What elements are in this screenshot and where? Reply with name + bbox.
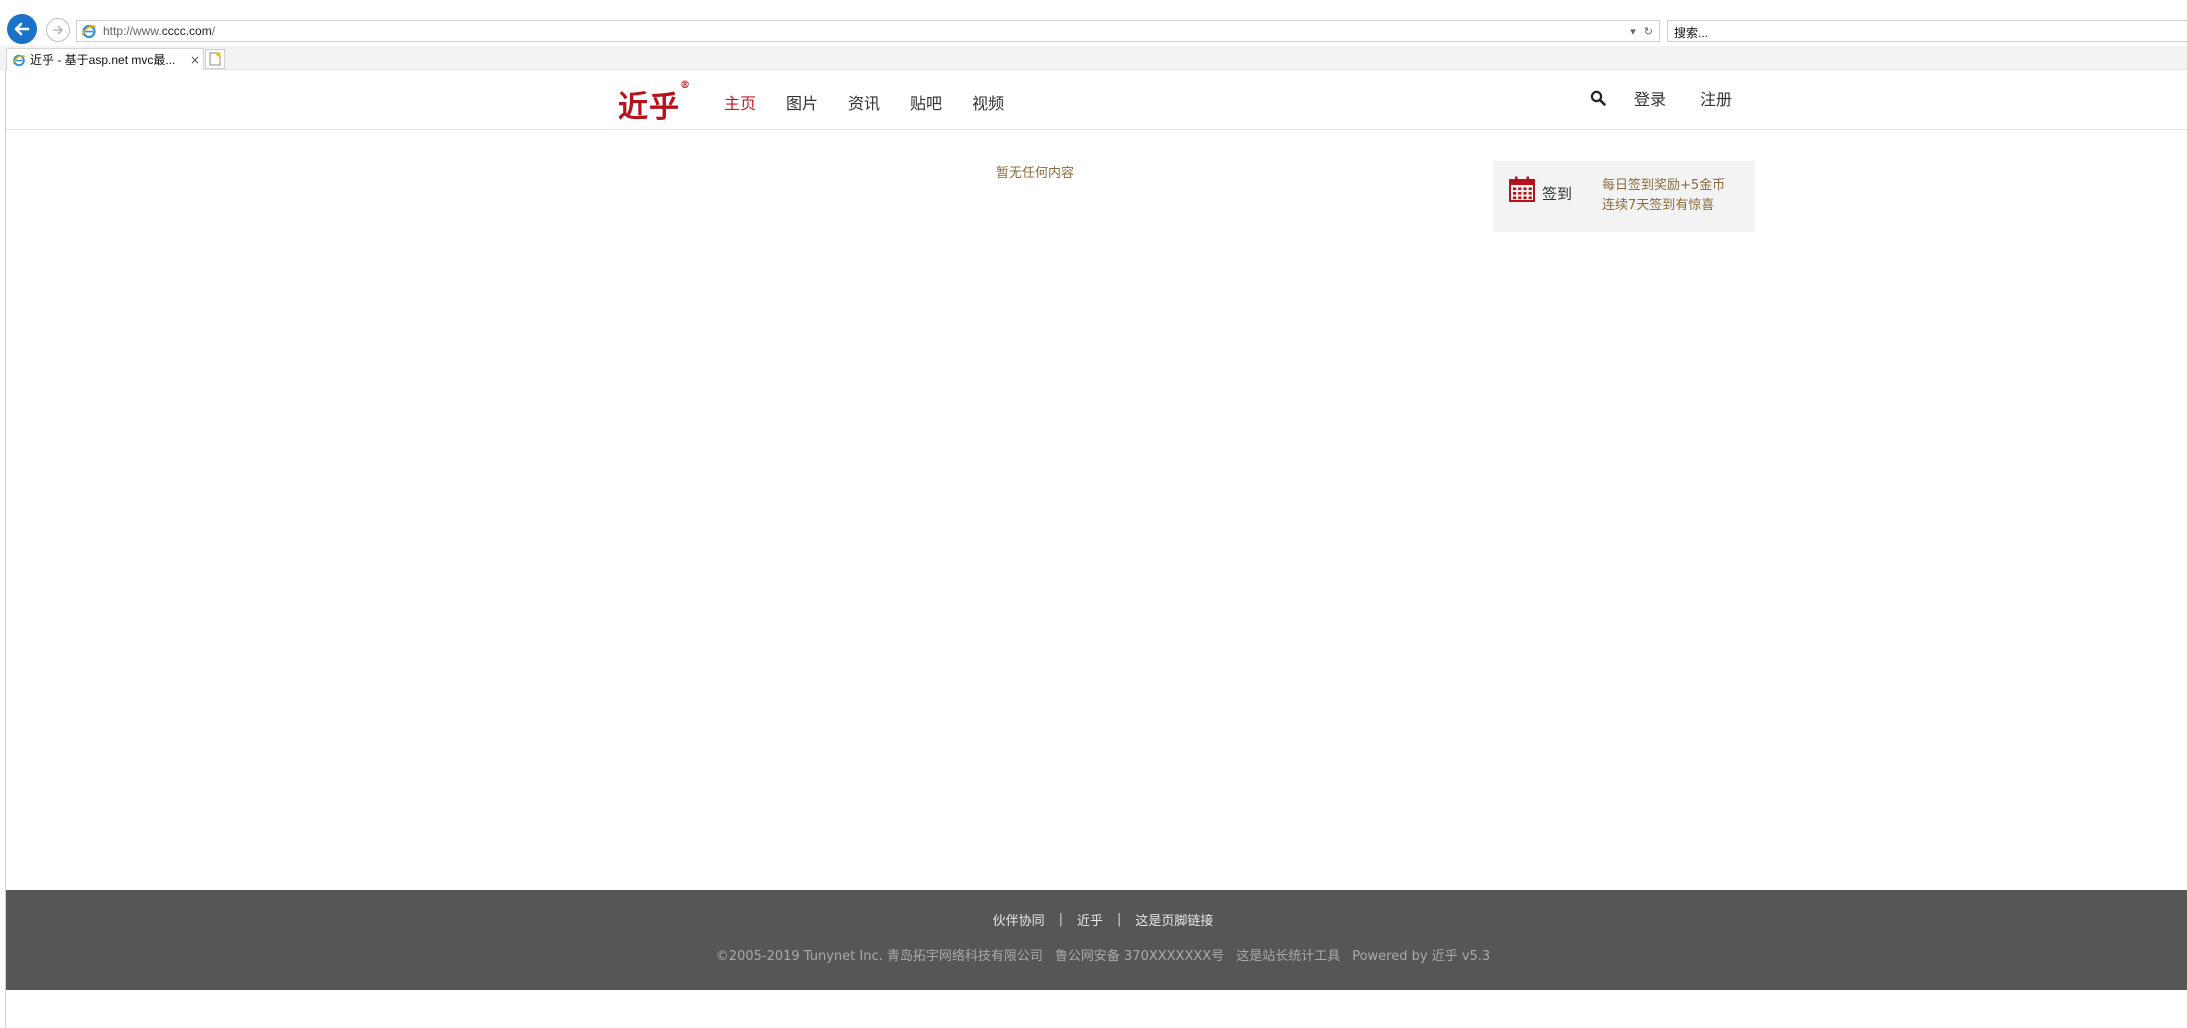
forward-button[interactable] (46, 18, 70, 42)
url-text[interactable]: http://www.cccc.com/ (103, 24, 1630, 38)
page: 近乎® 主页 图片 资讯 贴吧 视频 登录 注册 暂无任何内容 签到 每日签到奖… (5, 70, 2187, 1028)
empty-content-message: 暂无任何内容 (996, 166, 1075, 181)
nav-item-images[interactable]: 图片 (786, 90, 818, 114)
browser-toolbar: http://www.cccc.com/ ▾ ↻ 搜索... (0, 0, 2187, 46)
footer-link-custom[interactable]: 这是页脚链接 (1135, 910, 1213, 929)
sign-in-panel: 签到 每日签到奖励+5金币 连续7天签到有惊喜 (1493, 161, 1755, 232)
address-bar[interactable]: http://www.cccc.com/ ▾ ↻ (76, 20, 1660, 42)
footer-separator: | (1117, 912, 1122, 927)
sign-in-button[interactable]: 签到 (1542, 183, 1572, 204)
chevron-down-icon[interactable]: ▾ (1630, 25, 1636, 38)
arrow-right-icon (53, 25, 64, 35)
nav-item-home[interactable]: 主页 (724, 90, 756, 114)
main-nav: 主页 图片 资讯 贴吧 视频 (724, 90, 1004, 114)
login-link[interactable]: 登录 (1634, 86, 1666, 110)
sign-in-reward-text: 每日签到奖励+5金币 (1602, 178, 1726, 193)
site-header: 近乎® 主页 图片 资讯 贴吧 视频 登录 注册 (6, 70, 2187, 130)
footer-links: 伙伴协同 | 近乎 | 这是页脚链接 (6, 910, 2187, 929)
sign-in-description: 每日签到奖励+5金币 连续7天签到有惊喜 (1602, 176, 1725, 216)
powered-by-text[interactable]: Powered by 近乎 v5.3 (1352, 949, 1490, 964)
footer-link-jinhu[interactable]: 近乎 (1077, 910, 1103, 929)
header-actions: 登录 注册 (1590, 86, 1732, 110)
copyright-text: ©2005-2019 Tunynet Inc. 青岛拓宇网络科技有限公司 (715, 949, 1043, 964)
ie-logo-icon (81, 24, 97, 39)
new-tab-icon (209, 52, 221, 66)
site-logo[interactable]: 近乎® (618, 80, 691, 126)
icp-text[interactable]: 鲁公网安备 370XXXXXXX号 (1055, 949, 1224, 964)
nav-item-news[interactable]: 资讯 (848, 90, 880, 114)
site-footer: 伙伴协同 | 近乎 | 这是页脚链接 ©2005-2019 Tunynet In… (6, 890, 2187, 990)
browser-tab[interactable]: 近乎 - 基于asp.net mvc最... × (6, 48, 204, 70)
register-link[interactable]: 注册 (1700, 86, 1732, 110)
arrow-left-icon (14, 22, 30, 36)
back-button[interactable] (7, 14, 37, 44)
refresh-icon[interactable]: ↻ (1644, 25, 1653, 38)
nav-item-video[interactable]: 视频 (972, 90, 1004, 114)
footer-copyright: ©2005-2019 Tunynet Inc. 青岛拓宇网络科技有限公司 鲁公网安… (6, 945, 2187, 964)
registered-mark: ® (680, 80, 691, 91)
footer-separator: | (1058, 912, 1063, 927)
stats-text: 这是站长统计工具 (1236, 949, 1341, 964)
close-icon[interactable]: × (190, 53, 200, 67)
footer-link-partners[interactable]: 伙伴协同 (993, 910, 1045, 929)
browser-search-input[interactable]: 搜索... (1667, 20, 2187, 42)
logo-text: 近乎 (618, 90, 680, 125)
url-suffix: / (211, 24, 216, 38)
ie-logo-icon (12, 54, 26, 66)
url-prefix: http://www. (103, 24, 162, 38)
sign-in-streak-text: 连续7天签到有惊喜 (1602, 198, 1715, 213)
calendar-icon[interactable] (1508, 175, 1536, 203)
url-domain: cccc.com (161, 24, 212, 38)
new-tab-button[interactable] (205, 49, 225, 69)
tab-title: 近乎 - 基于asp.net mvc最... (30, 53, 176, 67)
search-icon[interactable] (1590, 90, 1606, 106)
tab-strip: 近乎 - 基于asp.net mvc最... × (0, 46, 2187, 70)
nav-item-forum[interactable]: 贴吧 (910, 90, 942, 114)
